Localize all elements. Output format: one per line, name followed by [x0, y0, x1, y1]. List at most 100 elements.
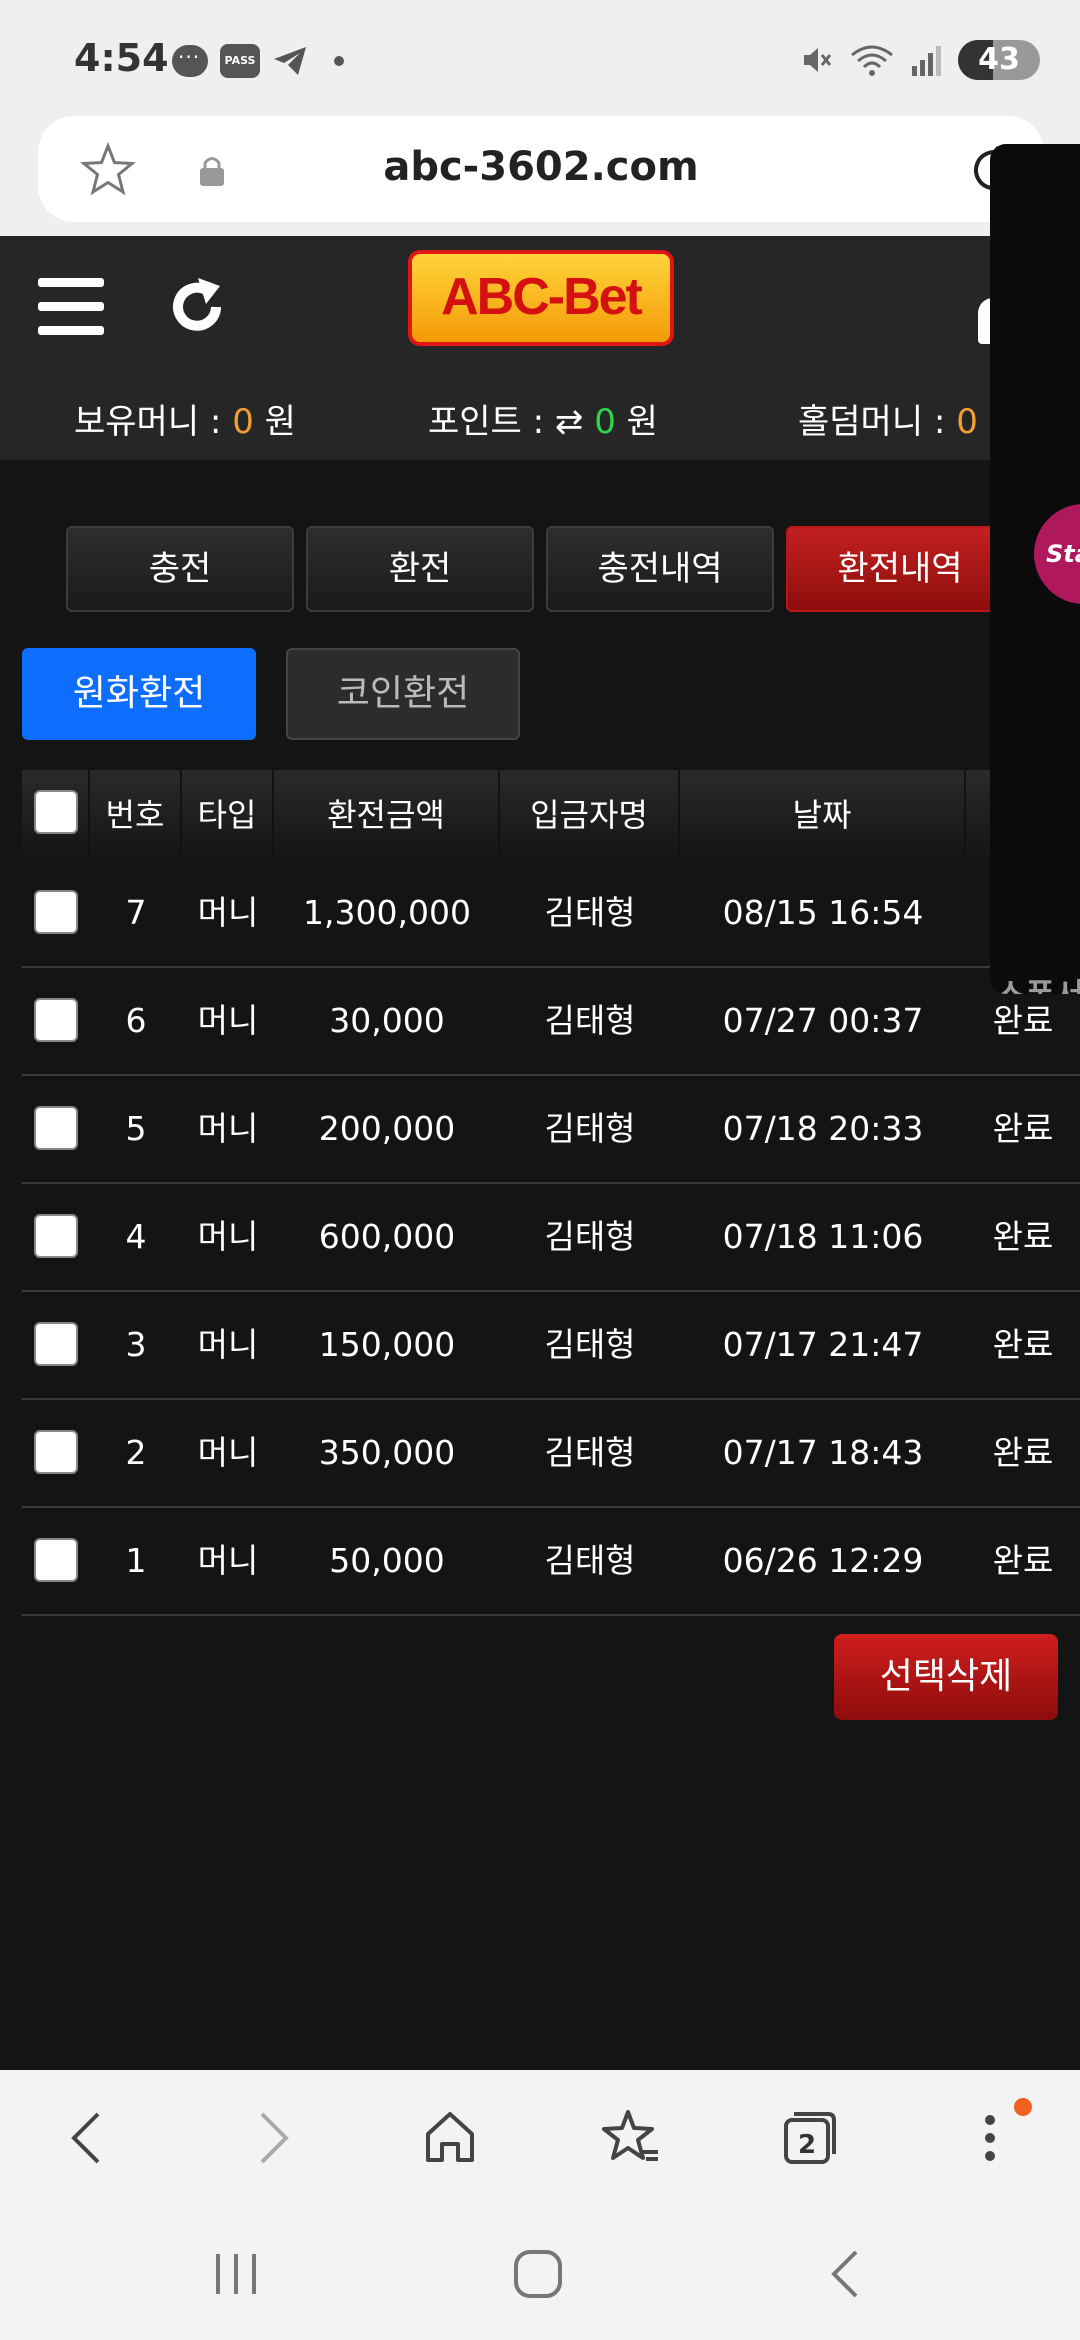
table-header: 번호 타입 환전금액 입금자명 날짜 상태	[22, 770, 1080, 860]
row-amount: 1,300,000	[303, 893, 471, 932]
point-balance: 포인트 : ⇄ 0 원	[428, 394, 658, 443]
row-amount: 200,000	[318, 1109, 456, 1148]
table-row: 2 머니 350,000 김태형 07/17 18:43 완료	[22, 1400, 1080, 1508]
browser-toolbar: 2	[0, 2070, 1080, 2206]
notification-icons: PASS	[172, 39, 344, 78]
holdem-balance-label: 홀덤머니 :	[798, 402, 957, 442]
system-back-icon[interactable]	[820, 2248, 872, 2300]
table-row: 1 머니 50,000 김태형 06/26 12:29 완료	[22, 1508, 1080, 1616]
table-row: 7머니1,300,000김태형08/15 16:54대기	[22, 860, 1080, 968]
row-date: 07/17 21:47	[722, 1325, 924, 1364]
exchange-arrows-icon[interactable]: ⇄	[555, 402, 594, 442]
row-status: 완료	[992, 1433, 1054, 1472]
tab-count: 2	[798, 2130, 817, 2160]
row-amount: 350,000	[318, 1433, 456, 1472]
row-depositor: 김태형	[544, 1541, 636, 1580]
delete-selected-button[interactable]: 선택삭제	[834, 1634, 1058, 1720]
withdraw-history-table: 번호 타입 환전금액 입금자명 날짜 상태 7 머니 1,300,000 김태형 08/…	[22, 770, 1080, 1616]
row-depositor: 김태형	[544, 893, 636, 932]
row-checkbox[interactable]	[34, 1430, 78, 1474]
select-all-cell	[22, 770, 90, 860]
row-status: 완료	[992, 1109, 1054, 1148]
row-checkbox[interactable]	[34, 1322, 78, 1366]
battery-icon: 43	[958, 40, 1040, 80]
tab-deposit-history[interactable]: 충전내역	[546, 526, 774, 612]
site-logo[interactable]: ABC-Bet	[408, 250, 674, 346]
forward-icon[interactable]	[238, 2106, 302, 2170]
row-amount: 30,000	[329, 1001, 445, 1040]
header-depositor: 입금자명	[500, 770, 680, 860]
wifi-icon	[851, 45, 893, 76]
row-depositor: 김태형	[544, 1217, 636, 1256]
notification-dot	[1014, 2098, 1032, 2116]
select-all-checkbox[interactable]	[34, 790, 78, 834]
signal-icon	[912, 46, 941, 76]
row-type: 머니	[197, 893, 259, 932]
row-type: 머니	[197, 1433, 259, 1472]
row-type: 머니	[197, 1541, 259, 1580]
recent-apps-icon[interactable]	[210, 2250, 262, 2298]
balance-bar: 보유머니 : 0 원 포인트 : ⇄ 0 원 홀덤머니 : 0 원	[0, 394, 1080, 454]
point-balance-value: 0	[594, 402, 616, 442]
tabs-icon[interactable]: 2	[778, 2106, 842, 2170]
row-status: 완료	[992, 1325, 1054, 1364]
row-amount: 150,000	[318, 1325, 456, 1364]
row-status: 완료	[992, 1217, 1054, 1256]
money-balance: 보유머니 : 0 원	[74, 394, 296, 443]
table-row: 4 머니 600,000 김태형 07/18 11:06 완료	[22, 1184, 1080, 1292]
row-number: 5	[125, 1109, 147, 1148]
row-number: 1	[125, 1541, 147, 1580]
table-row: 5 머니 200,000 김태형 07/18 20:33 완료	[22, 1076, 1080, 1184]
row-checkbox[interactable]	[34, 890, 78, 934]
system-navigation-bar	[0, 2206, 1080, 2340]
money-balance-value: 0	[232, 402, 254, 442]
more-notifications-dot	[334, 56, 344, 66]
row-type: 머니	[197, 1325, 259, 1364]
mute-icon	[804, 48, 832, 72]
row-depositor: 김태형	[544, 1001, 636, 1040]
row-amount: 50,000	[329, 1541, 445, 1580]
site-header: ABC-Bet 보유머니 : 0 원 포인트 : ⇄ 0 원 홀덤머니 : 0 …	[0, 236, 1080, 460]
row-depositor: 김태형	[544, 1433, 636, 1472]
tab-withdraw[interactable]: 환전	[306, 526, 534, 612]
row-date: 07/27 00:37	[722, 1001, 924, 1040]
tab-deposit[interactable]: 충전	[66, 526, 294, 612]
row-checkbox[interactable]	[34, 1214, 78, 1258]
row-number: 4	[125, 1217, 147, 1256]
more-options-icon[interactable]	[958, 2106, 1022, 2170]
telegram-icon	[274, 47, 306, 75]
url-text[interactable]: abc-3602.com	[38, 144, 1044, 190]
status-bar: 4:54 PASS 43	[0, 0, 1080, 112]
url-bar[interactable]: abc-3602.com	[38, 116, 1044, 222]
point-balance-label: 포인트 :	[428, 402, 555, 442]
home-button-icon[interactable]	[512, 2248, 564, 2300]
menu-icon[interactable]	[38, 278, 104, 336]
bookmarks-icon[interactable]	[598, 2106, 662, 2170]
row-checkbox[interactable]	[34, 1106, 78, 1150]
tab-withdraw-history[interactable]: 환전내역	[786, 526, 1014, 612]
header-date: 날짜	[680, 770, 966, 860]
tab-coin-withdraw[interactable]: 코인환전	[286, 648, 520, 740]
system-icons: 43	[800, 40, 1040, 80]
row-type: 머니	[197, 1001, 259, 1040]
row-date: 07/17 18:43	[722, 1433, 924, 1472]
row-date: 06/26 12:29	[722, 1541, 924, 1580]
back-icon[interactable]	[58, 2106, 122, 2170]
row-date: 08/15 16:54	[722, 893, 924, 932]
money-balance-unit: 원	[253, 402, 296, 442]
row-checkbox[interactable]	[34, 1538, 78, 1582]
row-type: 머니	[197, 1217, 259, 1256]
header-amount: 환전금액	[274, 770, 500, 860]
side-overlay-panel[interactable]: Star 스폰서	[990, 144, 1080, 994]
pass-app-icon: PASS	[220, 44, 260, 78]
row-depositor: 김태형	[544, 1325, 636, 1364]
tab-krw-withdraw[interactable]: 원화환전	[22, 648, 256, 740]
home-icon[interactable]	[418, 2106, 482, 2170]
row-checkbox[interactable]	[34, 998, 78, 1042]
point-balance-unit: 원	[615, 402, 658, 442]
header-type: 타입	[182, 770, 274, 860]
row-number: 7	[125, 893, 147, 932]
row-number: 2	[125, 1433, 147, 1472]
sponsor-badge[interactable]: Star	[1034, 504, 1080, 604]
refresh-icon[interactable]	[166, 276, 228, 338]
